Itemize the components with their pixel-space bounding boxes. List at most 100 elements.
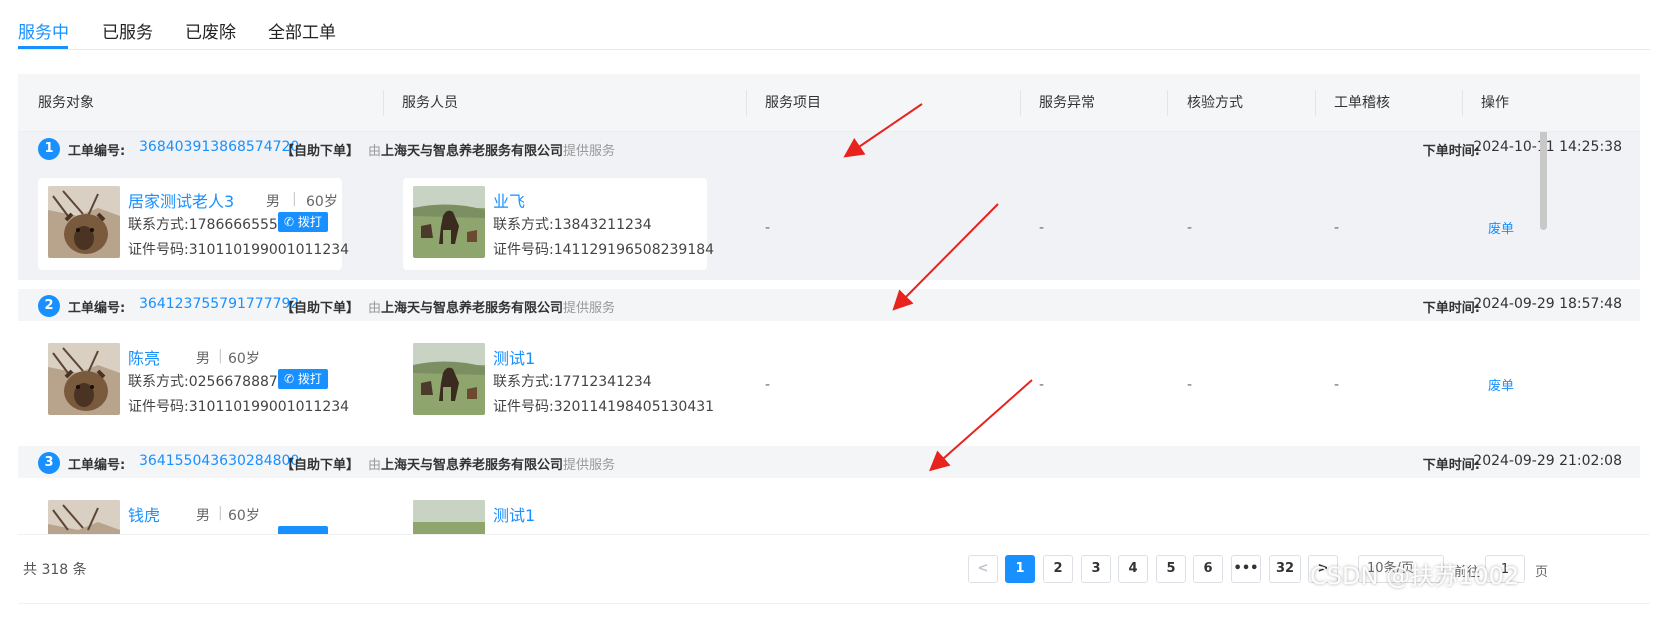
client-card: 陈亮 男 | 60岁 联系方式:02566788876 ✆ 拨打 证件号码:31… [38,335,349,427]
watermark-text: CSDN @扶苏1002 [1310,562,1520,590]
client-gender: 男 [196,351,210,367]
client-gender: 男 [196,508,210,524]
staff-phone: 联系方式:17712341234 [493,374,652,390]
void-order-button[interactable]: 废单 [1488,375,1514,394]
page-button[interactable]: 32 [1269,555,1301,583]
client-card: 居家测试老人3 男 | 60岁 联系方式:17866665553 ✆ 拨打 证件… [38,178,349,270]
client-name-link[interactable]: 钱虎 [128,502,160,526]
client-name-link[interactable]: 陈亮 [128,345,160,369]
service-item-cell: - [765,377,771,393]
order-row: 1 工单编号: 368403913868574720 【自助下单】 由上海天与智… [18,132,1640,280]
total-count: 共 318 条 [23,562,87,578]
provider-company: 上海天与智息养老服务有限公司 [381,144,564,159]
separator: | [218,348,223,364]
void-order-button[interactable]: 废单 [1488,218,1514,237]
column-header-service-exception: 服务异常 [1039,95,1095,111]
phone-icon: ✆ [284,372,295,386]
provider-company: 上海天与智息养老服务有限公司 [381,301,564,316]
order-number-label: 工单编号: [68,144,126,159]
order-number-link[interactable]: 364155043630284800 [139,453,299,469]
self-order-tag: 【自助下单】 [281,144,360,159]
column-divider [1167,90,1168,116]
staff-name-link[interactable]: 测试1 [493,502,535,526]
tab-in-service[interactable]: 服务中 [18,18,69,43]
self-order-tag: 【自助下单】 [281,458,360,473]
page-button[interactable]: 3 [1081,555,1111,583]
verification-cell: - [1187,377,1193,393]
client-gender: 男 [266,194,280,210]
prev-page-button[interactable]: < [968,555,998,583]
client-id-number: 证件号码:310110199001011234 [128,242,350,258]
page-button[interactable]: 1 [1005,555,1035,583]
order-time-label: 下单时间: [1422,301,1480,316]
self-order-tag: 【自助下单】 [281,301,360,316]
dial-button[interactable]: ✆ 拨打 [278,369,328,389]
client-age: 60岁 [228,508,260,524]
column-header-actions: 操作 [1481,95,1509,111]
order-header: 1 工单编号: 368403913868574720 【自助下单】 由上海天与智… [18,132,1640,164]
order-time-label: 下单时间: [1422,458,1480,473]
phone-icon: ✆ [284,215,295,229]
active-tab-indicator [18,46,68,49]
staff-card: 测试1 联系方式:17712341234 证件号码:32011419840513… [403,335,714,427]
column-header-audit: 工单稽核 [1334,95,1390,111]
provider-text: 由上海天与智息养老服务有限公司提供服务 [368,301,616,316]
staff-name-link[interactable]: 测试1 [493,345,535,369]
audit-cell: - [1334,220,1340,236]
staff-card: 业飞 联系方式:13843211234 证件号码:141129196508239… [403,178,714,270]
column-header-verification: 核验方式 [1187,95,1243,111]
goto-unit: 页 [1535,565,1549,580]
order-header: 2 工单编号: 364123755791777792 【自助下单】 由上海天与智… [18,289,1640,321]
separator: | [218,505,223,521]
order-index-badge: 3 [38,452,60,474]
client-name-link[interactable]: 居家测试老人3 [128,188,234,212]
scrollbar-thumb[interactable] [1540,132,1547,230]
page-button[interactable]: 2 [1043,555,1073,583]
tab-served[interactable]: 已服务 [102,18,153,43]
order-index-badge: 2 [38,295,60,317]
client-phone: 联系方式:02566788876 [128,374,287,390]
client-id-number: 证件号码:310110199001011234 [128,399,350,415]
service-item-cell: - [765,220,771,236]
tab-all-orders[interactable]: 全部工单 [268,18,336,43]
column-header-service-item: 服务项目 [765,95,821,111]
page-button[interactable]: 5 [1156,555,1186,583]
verification-cell: - [1187,220,1193,236]
staff-avatar [413,186,485,258]
order-number-link[interactable]: 368403913868574720 [139,139,299,155]
client-age: 60岁 [306,194,338,210]
page-button[interactable]: 6 [1193,555,1223,583]
column-divider [746,90,747,116]
order-time: 2024-09-29 21:02:08 [1473,453,1622,469]
column-divider [383,90,384,116]
order-number-link[interactable]: 364123755791777792 [139,296,299,312]
order-list: 1 工单编号: 368403913868574720 【自助下单】 由上海天与智… [18,132,1640,564]
client-avatar [48,343,120,415]
order-time: 2024-10-11 14:25:38 [1473,139,1622,155]
table-header: 服务对象 服务人员 服务项目 服务异常 核验方式 工单稽核 操作 [18,74,1640,132]
staff-id-number: 证件号码:141129196508239184 [493,242,715,258]
order-header: 3 工单编号: 364155043630284800 【自助下单】 由上海天与智… [18,446,1640,478]
service-exception-cell: - [1039,377,1045,393]
audit-cell: - [1334,377,1340,393]
page-ellipsis-button[interactable]: ••• [1231,555,1261,583]
column-header-client: 服务对象 [38,95,94,111]
column-header-staff: 服务人员 [402,95,458,111]
client-age: 60岁 [228,351,260,367]
order-row: 2 工单编号: 364123755791777792 【自助下单】 由上海天与智… [18,289,1640,437]
staff-phone: 联系方式:13843211234 [493,217,652,233]
client-avatar [48,186,120,258]
separator: | [292,191,297,207]
order-number-label: 工单编号: [68,301,126,316]
dial-button[interactable]: ✆ 拨打 [278,212,328,232]
order-time: 2024-09-29 18:57:48 [1473,296,1622,312]
client-phone: 联系方式:17866665553 [128,217,287,233]
provider-text: 由上海天与智息养老服务有限公司提供服务 [368,144,616,159]
provider-company: 上海天与智息养老服务有限公司 [381,458,564,473]
staff-name-link[interactable]: 业飞 [493,188,525,212]
tab-voided[interactable]: 已废除 [185,18,236,43]
column-divider [1020,90,1021,116]
order-number-label: 工单编号: [68,458,126,473]
page-button[interactable]: 4 [1118,555,1148,583]
order-index-badge: 1 [38,138,60,160]
